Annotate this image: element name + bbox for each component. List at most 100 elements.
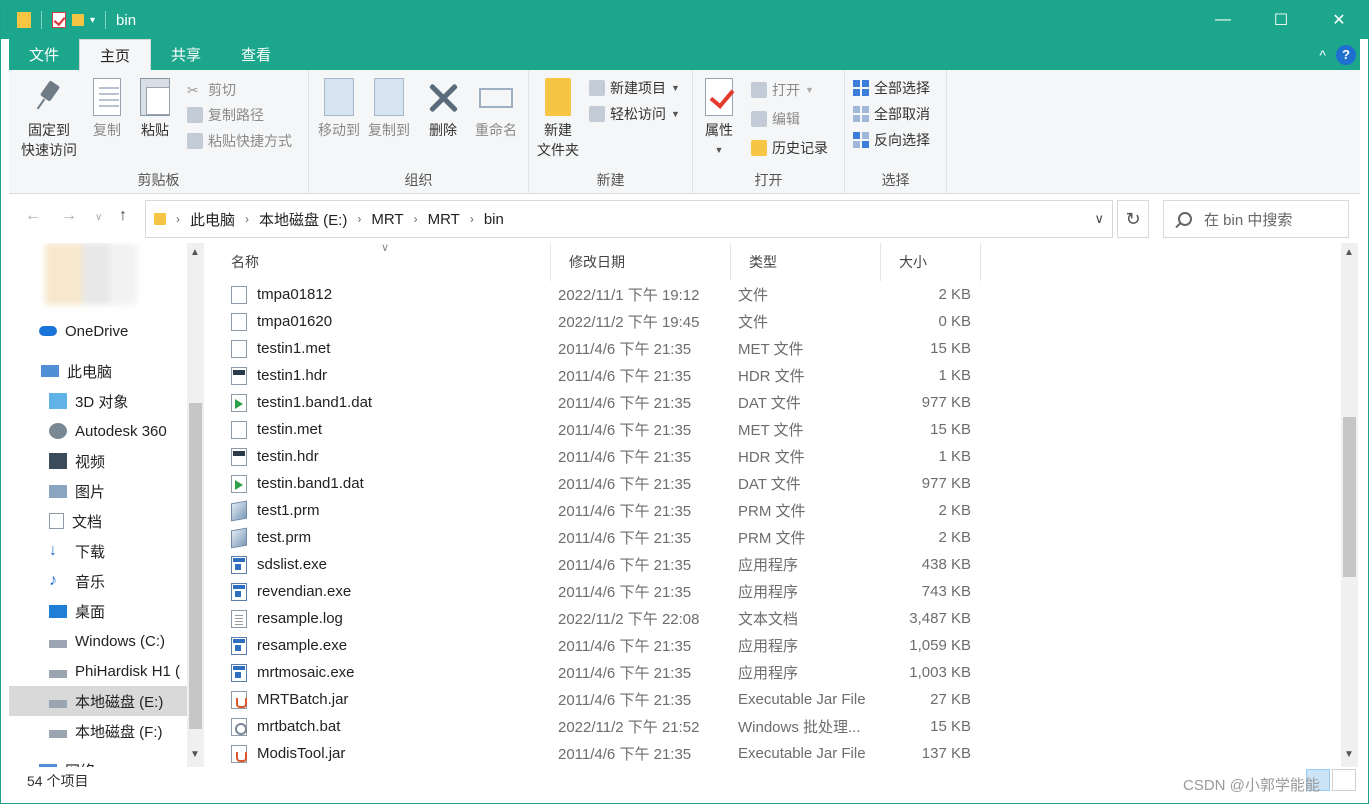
file-name-cell[interactable]: revendian.exe: [231, 578, 551, 605]
column-header-type[interactable]: 类型: [731, 243, 881, 281]
file-name-cell[interactable]: tmpa01620: [231, 308, 551, 335]
column-header-name[interactable]: 名称: [213, 243, 551, 281]
column-header-date[interactable]: 修改日期: [551, 243, 731, 281]
recent-locations-icon[interactable]: ∨: [95, 212, 102, 223]
breadcrumb-mrt[interactable]: MRT: [371, 211, 403, 228]
breadcrumb-mrt-2[interactable]: MRT: [428, 211, 460, 228]
delete-button[interactable]: 删除: [423, 78, 463, 140]
nav-pane-scrollbar[interactable]: ▲ ▼: [187, 243, 204, 767]
file-row[interactable]: sdslist.exe 2011/4/6 下午 21:35 应用程序 438 KB: [205, 551, 985, 578]
nav-item-videos[interactable]: 视频: [9, 446, 187, 476]
pin-quick-access-button[interactable]: 固定到 快速访问: [15, 78, 83, 160]
nav-item-pictures[interactable]: 图片: [9, 476, 187, 506]
paste-shortcut-button[interactable]: 粘贴快捷方式: [187, 131, 292, 151]
breadcrumb-bin[interactable]: bin: [484, 211, 504, 228]
customize-dropdown-icon[interactable]: ▾: [90, 15, 95, 26]
close-button[interactable]: ✕: [1310, 1, 1368, 39]
history-button[interactable]: 历史记录: [751, 138, 828, 158]
file-name-cell[interactable]: mrtmosaic.exe: [231, 659, 551, 686]
file-row[interactable]: testin.met 2011/4/6 下午 21:35 MET 文件 15 KB: [205, 416, 985, 443]
nav-item-drive-f[interactable]: 本地磁盘 (F:): [9, 716, 187, 746]
minimize-button[interactable]: —: [1194, 1, 1252, 39]
file-name-cell[interactable]: tmpa01812: [231, 281, 551, 308]
file-name-cell[interactable]: testin.band1.dat: [231, 470, 551, 497]
nav-item-drive-e[interactable]: 本地磁盘 (E:): [9, 686, 187, 716]
select-none-button[interactable]: 全部取消: [853, 104, 930, 124]
file-row[interactable]: testin.band1.dat 2011/4/6 下午 21:35 DAT 文件 9…: [205, 470, 985, 497]
paste-button[interactable]: 粘贴: [135, 78, 175, 140]
file-row[interactable]: ModisTool.jar 2011/4/6 下午 21:35 Executable…: [205, 740, 985, 767]
file-row[interactable]: test.prm 2011/4/6 下午 21:35 PRM 文件 2 KB: [205, 524, 985, 551]
scroll-down-icon[interactable]: ▼: [190, 749, 200, 760]
move-to-button[interactable]: 移动到: [315, 78, 363, 140]
breadcrumb-drive-e[interactable]: 本地磁盘 (E:): [259, 209, 347, 230]
open-button[interactable]: 打开 ▼: [751, 80, 814, 100]
breadcrumb-this-pc[interactable]: 此电脑: [190, 209, 235, 230]
new-folder-button[interactable]: 新建 文件夹: [533, 78, 583, 160]
file-name-cell[interactable]: test1.prm: [231, 497, 551, 524]
up-icon[interactable]: ↑: [119, 207, 127, 225]
file-row[interactable]: mrtmosaic.exe 2011/4/6 下午 21:35 应用程序 1,003 …: [205, 659, 985, 686]
file-row[interactable]: resample.exe 2011/4/6 下午 21:35 应用程序 1,059 K…: [205, 632, 985, 659]
tab-file[interactable]: 文件: [9, 39, 80, 70]
edit-button[interactable]: 编辑: [751, 109, 800, 129]
nav-item-phihardisk[interactable]: PhiHardisk H1 (: [9, 656, 187, 686]
file-name-cell[interactable]: testin1.band1.dat: [231, 389, 551, 416]
search-input[interactable]: 在 bin 中搜索: [1163, 200, 1349, 238]
new-item-button[interactable]: 新建项目 ▼: [589, 78, 680, 98]
copy-path-button[interactable]: 复制路径: [187, 105, 264, 125]
properties-icon[interactable]: [52, 12, 66, 28]
file-name-cell[interactable]: resample.exe: [231, 632, 551, 659]
nav-item-desktop[interactable]: 桌面: [9, 596, 187, 626]
copy-button[interactable]: 复制: [87, 78, 127, 140]
maximize-button[interactable]: ☐: [1252, 1, 1310, 39]
collapse-ribbon-icon[interactable]: ^: [1319, 47, 1326, 63]
new-folder-icon[interactable]: [72, 14, 84, 26]
forward-icon[interactable]: →: [61, 207, 77, 225]
file-name-cell[interactable]: testin.met: [231, 416, 551, 443]
nav-item-autodesk[interactable]: Autodesk 360: [9, 416, 187, 446]
file-name-cell[interactable]: resample.log: [231, 605, 551, 632]
file-row[interactable]: tmpa01812 2022/11/1 下午 19:12 文件 2 KB: [205, 281, 985, 308]
copy-to-button[interactable]: 复制到: [365, 78, 413, 140]
nav-item-onedrive[interactable]: OneDrive: [9, 316, 187, 346]
tab-view[interactable]: 查看: [221, 39, 291, 70]
back-icon[interactable]: ←: [25, 207, 41, 225]
large-icons-view-button[interactable]: [1332, 769, 1356, 791]
nav-item-downloads[interactable]: ↓ 下载: [9, 536, 187, 566]
tab-share[interactable]: 共享: [151, 39, 221, 70]
scroll-down-icon[interactable]: ▼: [1344, 749, 1354, 760]
nav-item-music[interactable]: ♪ 音乐: [9, 566, 187, 596]
file-row[interactable]: testin1.met 2011/4/6 下午 21:35 MET 文件 15 KB: [205, 335, 985, 362]
file-scroll-thumb[interactable]: [1343, 417, 1356, 577]
properties-button[interactable]: 属性 ▼: [699, 78, 739, 160]
help-icon[interactable]: ?: [1336, 44, 1356, 65]
nav-item-network[interactable]: 网络: [9, 755, 187, 767]
nav-item-3d-objects[interactable]: 3D 对象: [9, 386, 187, 416]
file-row[interactable]: testin1.band1.dat 2011/4/6 下午 21:35 DAT 文件…: [205, 389, 985, 416]
file-name-cell[interactable]: test.prm: [231, 524, 551, 551]
address-bar[interactable]: › 此电脑 › 本地磁盘 (E:) › MRT › MRT › bin ∨: [145, 200, 1113, 238]
file-row[interactable]: revendian.exe 2011/4/6 下午 21:35 应用程序 743 KB: [205, 578, 985, 605]
rename-button[interactable]: 重命名: [471, 78, 521, 140]
cut-button[interactable]: ✂ 剪切: [187, 80, 236, 100]
file-name-cell[interactable]: ModisTool.jar: [231, 740, 551, 767]
file-name-cell[interactable]: mrtbatch.bat: [231, 713, 551, 740]
file-row[interactable]: test1.prm 2011/4/6 下午 21:35 PRM 文件 2 KB: [205, 497, 985, 524]
column-header-size[interactable]: 大小: [881, 243, 981, 281]
file-name-cell[interactable]: testin.hdr: [231, 443, 551, 470]
file-row[interactable]: testin.hdr 2011/4/6 下午 21:35 HDR 文件 1 KB: [205, 443, 985, 470]
scroll-up-icon[interactable]: ▲: [190, 247, 200, 258]
breadcrumb-separator-icon[interactable]: ›: [176, 212, 180, 226]
nav-item-drive-c[interactable]: Windows (C:): [9, 626, 187, 656]
address-dropdown-icon[interactable]: ∨: [1094, 211, 1104, 227]
tab-home[interactable]: 主页: [79, 39, 152, 70]
nav-item-documents[interactable]: 文档: [9, 506, 187, 536]
file-name-cell[interactable]: MRTBatch.jar: [231, 686, 551, 713]
nav-item-this-pc[interactable]: 此电脑: [9, 356, 187, 386]
select-all-button[interactable]: 全部选择: [853, 78, 930, 98]
file-name-cell[interactable]: testin1.hdr: [231, 362, 551, 389]
file-row[interactable]: resample.log 2022/11/2 下午 22:08 文本文档 3,487 …: [205, 605, 985, 632]
file-row[interactable]: testin1.hdr 2011/4/6 下午 21:35 HDR 文件 1 KB: [205, 362, 985, 389]
file-name-cell[interactable]: sdslist.exe: [231, 551, 551, 578]
